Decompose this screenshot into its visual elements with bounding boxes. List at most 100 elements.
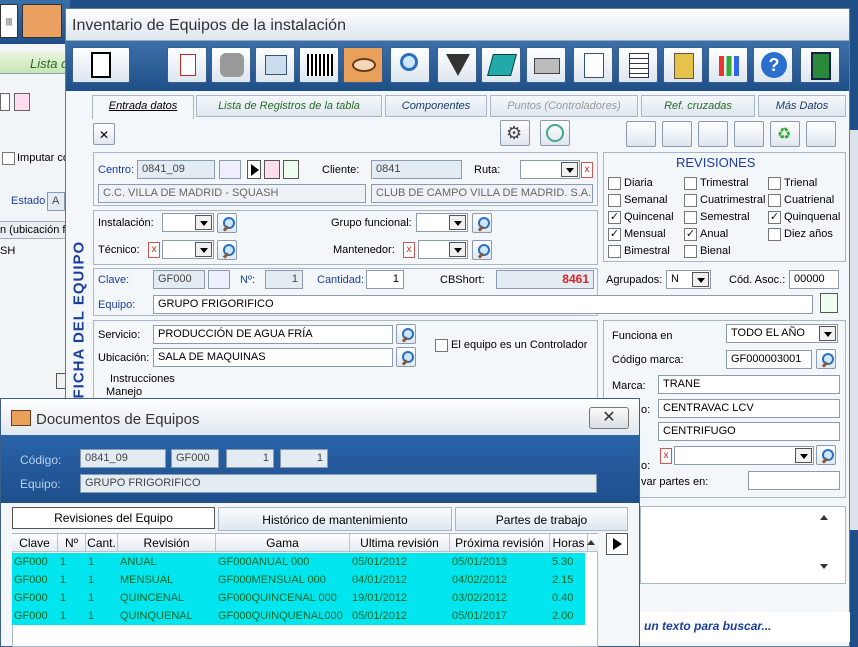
agrupados-dropdown[interactable]: N — [666, 270, 711, 289]
servicio-search-icon[interactable] — [396, 324, 416, 344]
search-hint-bar[interactable]: un texto para buscar... — [640, 612, 850, 642]
back-small-icon-2[interactable] — [14, 93, 30, 111]
revision-checkbox[interactable] — [768, 228, 781, 241]
grid-next-button[interactable] — [606, 533, 628, 555]
copy-button[interactable] — [167, 47, 207, 83]
gear-button[interactable]: ⚙ — [500, 120, 530, 146]
tecnico-clear-icon[interactable]: x — [148, 242, 160, 258]
equipo-field[interactable]: GRUPO FRIGORIFICO — [153, 295, 813, 314]
column-header[interactable]: Revisión — [118, 534, 216, 552]
table-row[interactable]: GF000 1 1 QUINCENAL GF000QUINCENAL 000 19/01/… — [12, 589, 585, 607]
doc-tab-revisiones[interactable]: Revisiones del Equipo — [12, 507, 215, 529]
calc-button[interactable] — [626, 121, 656, 147]
grid-scroll-up-icon[interactable] — [587, 540, 595, 545]
tecnico-search-icon[interactable] — [217, 240, 237, 260]
tab-mas-datos[interactable]: Más Datos — [758, 95, 846, 117]
grupo-search-icon[interactable] — [472, 213, 492, 233]
scroll-down-icon[interactable] — [820, 564, 828, 569]
copy-small-button[interactable] — [698, 121, 728, 147]
equipo-refresh-icon[interactable] — [820, 293, 838, 313]
play-icon[interactable] — [247, 160, 261, 179]
notes-area[interactable] — [640, 506, 846, 584]
doc-tab-partes[interactable]: Partes de trabajo — [455, 507, 628, 531]
table-row[interactable]: GF000 1 1 MENSUAL GF000MENSUAL 000 04/01/2012… — [12, 571, 585, 589]
report-button[interactable] — [618, 47, 658, 83]
search-button[interactable] — [390, 47, 430, 83]
extra-search-icon[interactable] — [816, 445, 836, 465]
doc-numero-field[interactable]: 1 — [226, 449, 274, 468]
tecnico-dropdown[interactable] — [162, 240, 214, 259]
mantenedor-search-icon[interactable] — [472, 240, 492, 260]
funciona-dropdown[interactable]: TODO EL AÑO — [726, 324, 838, 343]
revision-checkbox[interactable] — [768, 194, 781, 207]
modelo-field[interactable]: CENTRAVAC LCV — [658, 399, 840, 418]
numero-field[interactable]: 1 — [265, 270, 303, 289]
scroll-up-icon[interactable] — [820, 515, 828, 520]
codigo-marca-search-icon[interactable] — [816, 349, 836, 369]
book-button[interactable] — [481, 47, 521, 83]
print-button[interactable] — [526, 47, 566, 83]
key-icon[interactable] — [219, 160, 241, 179]
tab-lista-registros[interactable]: Lista de Registros de la tabla — [196, 95, 382, 117]
chart-button[interactable] — [708, 47, 748, 83]
mantenedor-clear-icon[interactable]: x — [403, 242, 415, 258]
column-header[interactable]: Nº — [58, 534, 86, 552]
folder-button[interactable] — [662, 121, 692, 147]
doc-equipo-field[interactable]: GRUPO FRIGORIFICO — [80, 474, 597, 493]
cbshort-field[interactable]: 8461 — [496, 270, 594, 289]
centro-field[interactable]: 0841_09 — [137, 160, 215, 179]
revision-checkbox[interactable]: ✓ — [608, 211, 621, 224]
new-document-button[interactable] — [72, 47, 130, 83]
scan-button[interactable] — [255, 47, 295, 83]
view-button[interactable] — [343, 47, 383, 83]
recycle-button[interactable]: ♻ — [770, 121, 800, 147]
servicio-field[interactable]: PRODUCCIÓN DE AGUA FRÍA — [153, 325, 393, 344]
marca-field[interactable]: TRANE — [658, 375, 840, 394]
extra-dropdown[interactable] — [674, 446, 814, 465]
tipo-field[interactable]: CENTRIFUGO — [658, 422, 840, 441]
tab-ref-cruzadas[interactable]: Ref. cruzadas — [641, 95, 755, 117]
back-tab-lista[interactable]: Lista d — [0, 52, 70, 74]
eraser-button[interactable] — [806, 121, 836, 147]
instalacion-dropdown[interactable] — [162, 213, 214, 232]
revision-checkbox[interactable]: ✓ — [608, 228, 621, 241]
cliente-field[interactable]: 0841 — [371, 160, 462, 179]
ruta-clear-icon[interactable]: x — [581, 162, 593, 178]
partes-field[interactable] — [748, 471, 840, 490]
close-button[interactable]: ✕ — [589, 407, 629, 429]
help-button[interactable]: ? — [753, 47, 793, 83]
column-header[interactable]: Gama — [216, 534, 350, 552]
record-nav-icon[interactable] — [264, 160, 280, 179]
doc-tab-historico[interactable]: Histórico de mantenimiento — [218, 507, 452, 531]
revision-checkbox[interactable] — [768, 177, 781, 190]
revision-checkbox[interactable] — [684, 211, 697, 224]
clave-field[interactable]: GF000 — [153, 270, 205, 289]
exit-button[interactable] — [800, 47, 840, 83]
timer-button[interactable] — [540, 120, 570, 146]
imputar-checkbox[interactable] — [2, 152, 15, 165]
instalacion-search-icon[interactable] — [217, 213, 237, 233]
refresh-icon[interactable] — [283, 160, 299, 179]
revision-checkbox[interactable] — [608, 245, 621, 258]
ruta-dropdown[interactable] — [520, 160, 580, 179]
ubicacion-search-icon[interactable] — [396, 347, 416, 367]
table-row[interactable]: GF000 1 1 QUINQUENAL GF000QUINQUENAL000 05/01… — [12, 607, 585, 625]
revision-checkbox[interactable] — [684, 177, 697, 190]
barcode-button[interactable] — [299, 47, 339, 83]
column-header[interactable]: Horas — [550, 534, 588, 552]
tools-button[interactable] — [663, 47, 703, 83]
tools-small-button[interactable]: ✕ — [93, 123, 115, 145]
stop-button[interactable] — [211, 47, 251, 83]
tab-puntos[interactable]: Puntos (Controladores) — [490, 95, 638, 117]
back-small-icon[interactable] — [0, 93, 10, 111]
ubicacion-field[interactable]: SALA DE MAQUINAS — [153, 348, 393, 367]
eye-icon[interactable] — [22, 4, 62, 38]
tab-componentes[interactable]: Componentes — [385, 95, 487, 117]
revision-checkbox[interactable] — [684, 245, 697, 258]
barcode-icon[interactable]: ||| — [0, 4, 18, 38]
extra-clear-icon[interactable]: x — [660, 448, 672, 464]
table-row[interactable]: GF000 1 1 ANUAL GF000ANUAL 000 05/01/2012 05/0… — [12, 553, 585, 571]
grupo-funcional-dropdown[interactable] — [416, 213, 468, 232]
column-header[interactable]: Clave — [12, 534, 58, 552]
column-header[interactable]: Próxima revisión — [450, 534, 550, 552]
